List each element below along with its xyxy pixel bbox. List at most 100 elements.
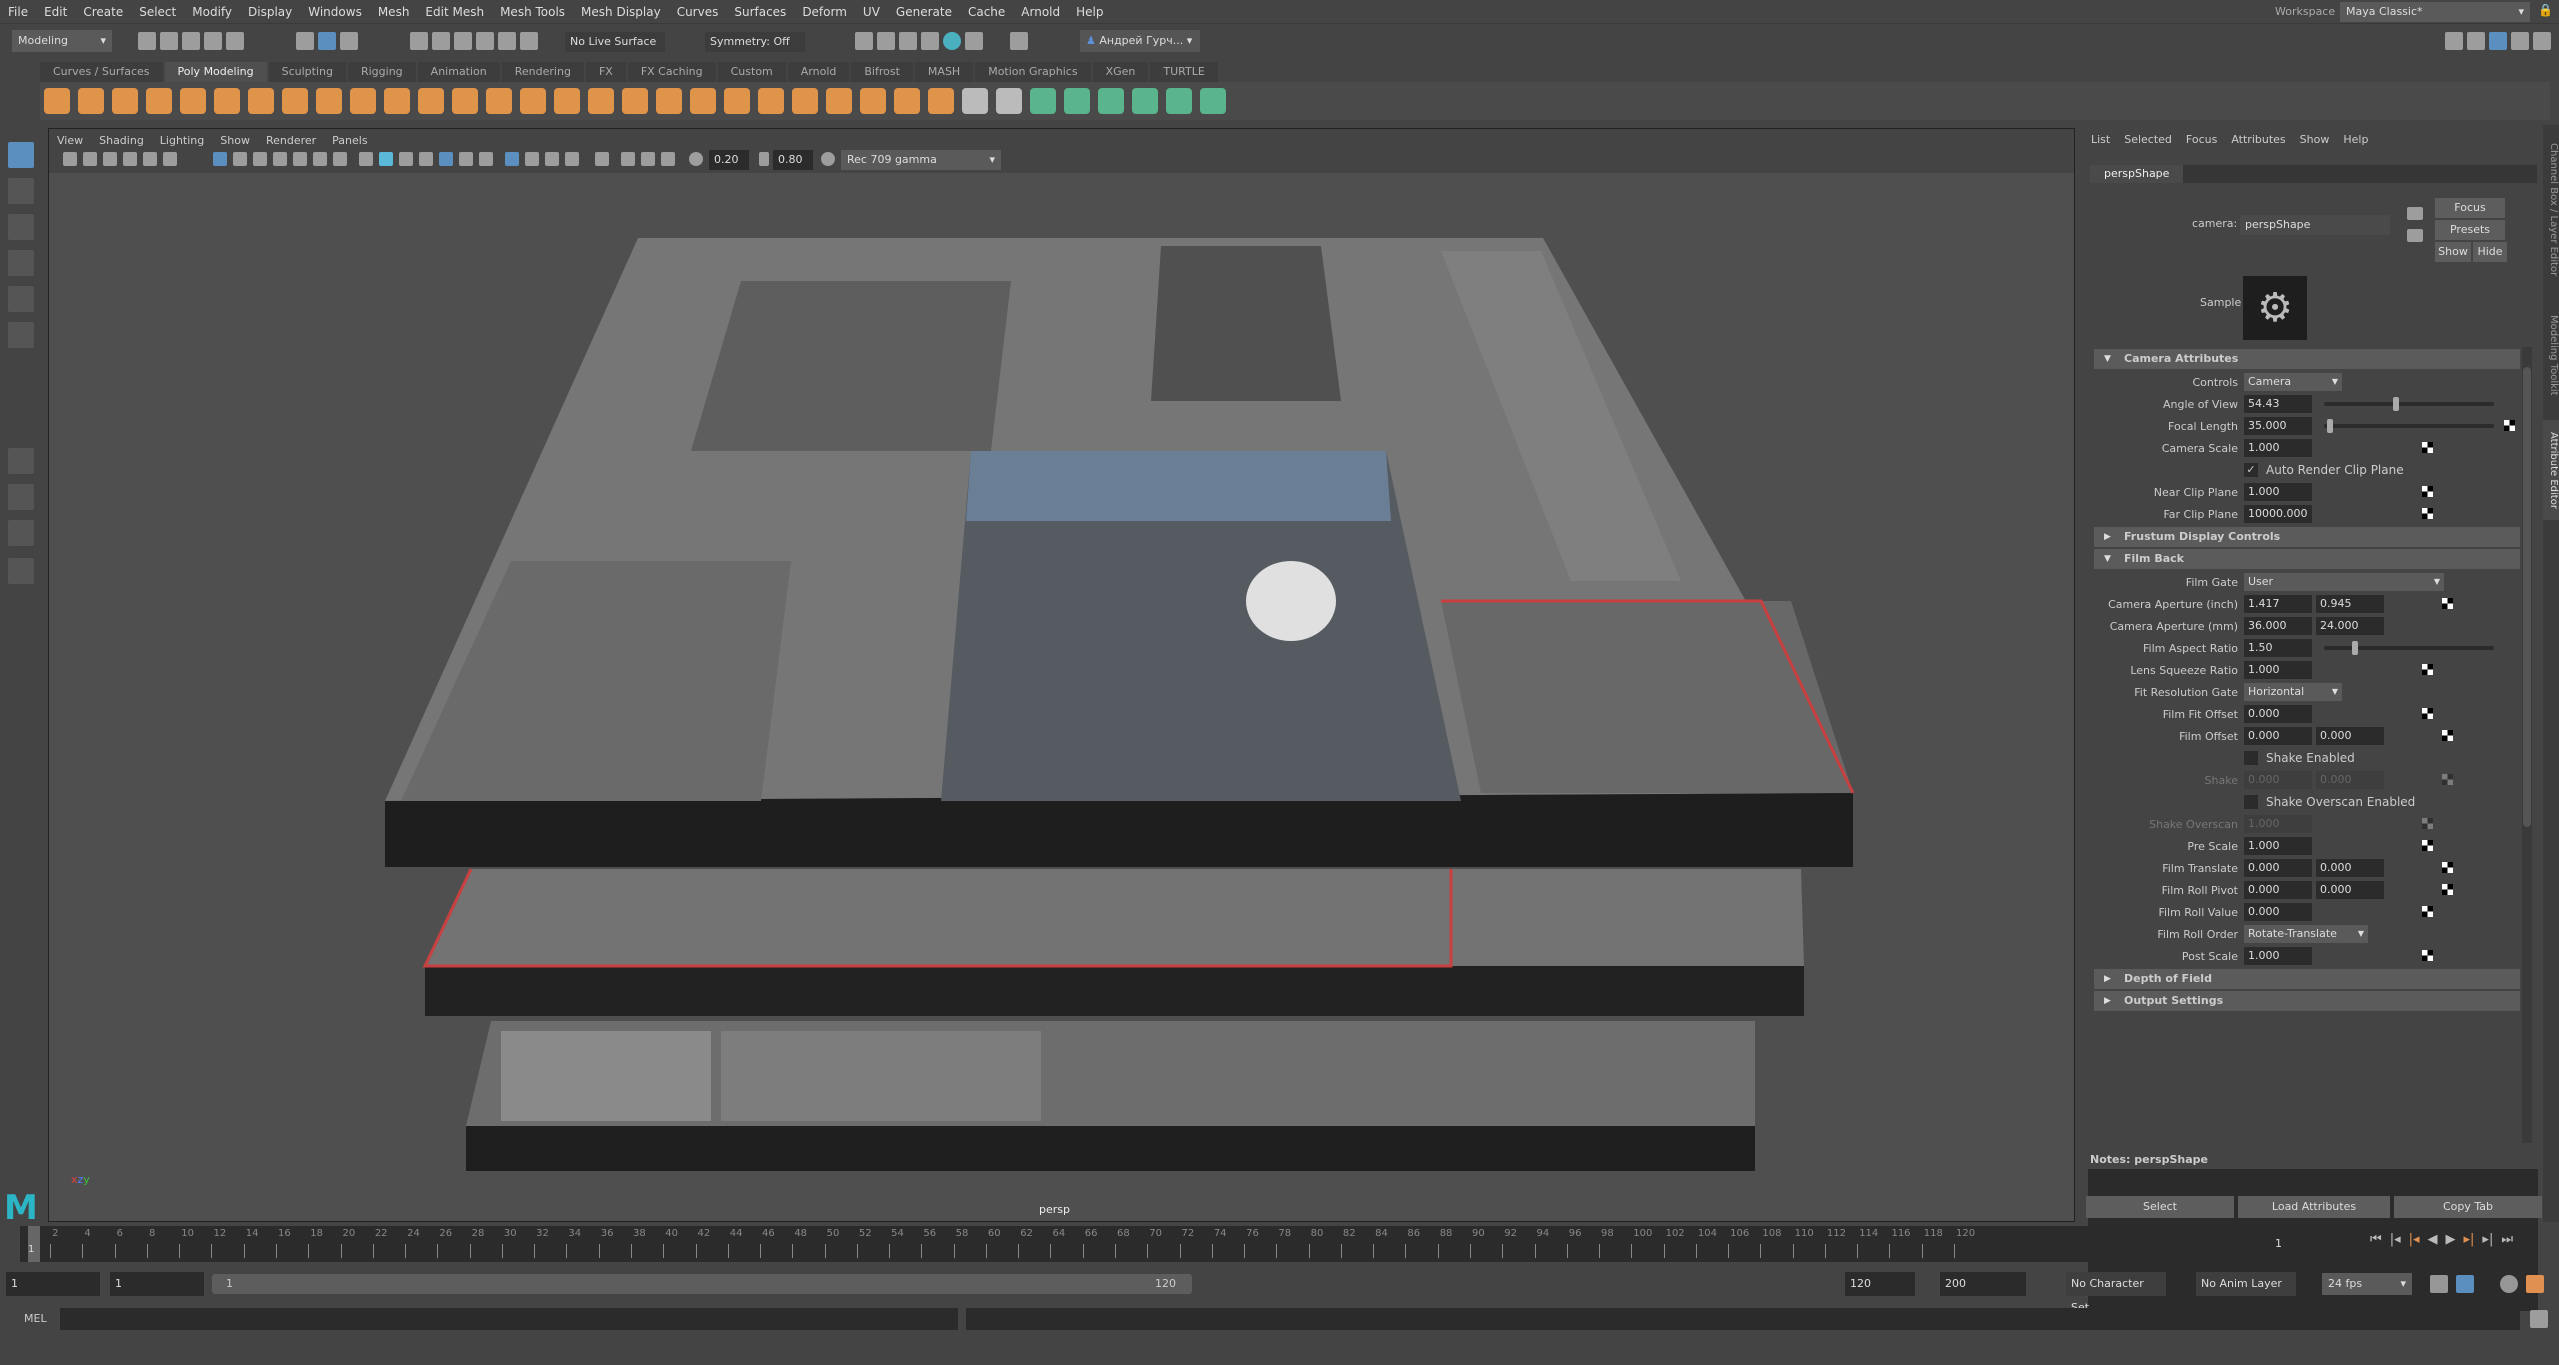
anti-aliasing-icon[interactable] <box>545 152 559 166</box>
slider-handle[interactable] <box>2351 641 2358 655</box>
attribute-field[interactable]: 1.000 <box>2244 439 2312 457</box>
menu-create[interactable]: Create <box>75 0 131 24</box>
focus-output-icon[interactable] <box>2407 229 2423 242</box>
shelf-tab-curves-surfaces[interactable]: Curves / Surfaces <box>40 62 163 82</box>
attribute-field[interactable]: 0.945 <box>2316 595 2384 613</box>
camera-select-icon[interactable] <box>63 152 77 166</box>
select-hierarchy-icon[interactable] <box>296 32 314 50</box>
menu-edit[interactable]: Edit <box>36 0 75 24</box>
playback-end-field[interactable]: 120 <box>1845 1272 1915 1296</box>
xray-joints-icon[interactable] <box>621 152 635 166</box>
human-ik-icon[interactable] <box>2467 32 2485 50</box>
attribute-field[interactable]: 0.000 <box>2244 727 2312 745</box>
separate-icon[interactable] <box>554 88 580 114</box>
ae-menu-show[interactable]: Show <box>2293 133 2337 146</box>
attribute-field[interactable]: 36.000 <box>2244 617 2312 635</box>
quad-draw-icon[interactable] <box>996 88 1022 114</box>
menu-arnold[interactable]: Arnold <box>1013 0 1068 24</box>
current-frame-field[interactable]: 1 <box>2270 1234 2360 1254</box>
lights-icon[interactable] <box>459 152 473 166</box>
image-plane-icon[interactable] <box>123 152 137 166</box>
attribute-dropdown[interactable]: Camera <box>2244 373 2342 391</box>
step-back-key-icon[interactable]: |◂ <box>2390 1232 2401 1247</box>
menu-select[interactable]: Select <box>131 0 184 24</box>
map-texture-icon[interactable] <box>2442 774 2453 785</box>
snap-vertex-icon[interactable] <box>520 32 538 50</box>
viewport-menu-view[interactable]: View <box>49 134 91 147</box>
animation-end-field[interactable]: 200 <box>1940 1272 2026 1296</box>
time-slider[interactable]: 2 4 6 8 10 12 14 16 18 20 22 24 26 28 30 32 34 36 38 40 42 44… <box>20 1226 2260 1262</box>
shelf-tab-motion-graphics[interactable]: Motion Graphics <box>975 62 1091 82</box>
attribute-scrollbar[interactable] <box>2522 347 2532 1143</box>
presets-button[interactable]: Presets <box>2435 220 2505 240</box>
bridge-icon[interactable] <box>690 88 716 114</box>
ae-menu-list[interactable]: List <box>2084 133 2117 146</box>
poly-cone-icon[interactable] <box>146 88 172 114</box>
attribute-field[interactable]: 1.417 <box>2244 595 2312 613</box>
attribute-field[interactable]: 0.000 <box>2244 771 2312 789</box>
menu-edit-mesh[interactable]: Edit Mesh <box>417 0 492 24</box>
pin-uv-icon[interactable] <box>1200 88 1226 114</box>
target-weld-icon[interactable] <box>860 88 886 114</box>
shelf-tab-fx-caching[interactable]: FX Caching <box>627 62 716 82</box>
map-texture-icon[interactable] <box>2504 420 2515 431</box>
snap-curve-icon[interactable] <box>432 32 450 50</box>
fill-hole-icon[interactable] <box>928 88 954 114</box>
lock-icon[interactable]: 🔒 <box>2538 3 2553 17</box>
animation-start-field[interactable]: 1 <box>6 1272 100 1296</box>
reduce-icon[interactable] <box>962 88 988 114</box>
map-texture-icon[interactable] <box>2422 486 2433 497</box>
poly-sphere-icon[interactable] <box>44 88 70 114</box>
move-tool-icon[interactable] <box>8 250 34 276</box>
outliner-layout-icon[interactable] <box>8 558 34 584</box>
play-backward-icon[interactable]: ◀ <box>2428 1232 2438 1247</box>
copy-tab-button[interactable]: Copy Tab <box>2394 1196 2542 1218</box>
section-header[interactable]: Depth of Field <box>2094 969 2520 989</box>
bool-icon[interactable] <box>758 88 784 114</box>
ae-menu-help[interactable]: Help <box>2336 133 2375 146</box>
live-surface-field[interactable]: No Live Surface <box>565 32 665 52</box>
shelf-tab-rendering[interactable]: Rendering <box>501 62 584 82</box>
checkbox[interactable] <box>2244 751 2258 765</box>
shelf-tab-mash[interactable]: MASH <box>914 62 974 82</box>
attribute-field[interactable]: 1.000 <box>2244 483 2312 501</box>
backface-culling-icon[interactable] <box>661 152 675 166</box>
node-tab[interactable]: perspShape <box>2090 165 2184 183</box>
shelf-tab-fx[interactable]: FX <box>585 62 626 82</box>
menu-modify[interactable]: Modify <box>184 0 240 24</box>
menu-uv[interactable]: UV <box>855 0 888 24</box>
modeling-toolkit-tab[interactable]: Modeling Toolkit <box>2543 305 2559 405</box>
open-scene-icon[interactable] <box>160 32 178 50</box>
attribute-editor-tab[interactable]: Attribute Editor <box>2543 420 2559 520</box>
bevel-icon[interactable] <box>724 88 750 114</box>
node-name-field[interactable]: perspShape <box>2240 215 2390 235</box>
insert-loop-icon[interactable] <box>792 88 818 114</box>
svg-tool-icon[interactable] <box>384 88 410 114</box>
exposure-field[interactable]: 0.20 <box>709 150 749 170</box>
menu-help[interactable]: Help <box>1068 0 1111 24</box>
playback-start-field[interactable]: 1 <box>110 1272 204 1296</box>
shelf-tab-rigging[interactable]: Rigging <box>347 62 416 82</box>
attribute-field[interactable]: 10000.000 <box>2244 505 2312 523</box>
select-component-icon[interactable] <box>340 32 358 50</box>
lasso-tool-icon[interactable] <box>8 178 34 204</box>
focus-button[interactable]: Focus <box>2435 198 2505 218</box>
viewport-menu-panels[interactable]: Panels <box>324 134 375 147</box>
snap-view-icon[interactable] <box>476 32 494 50</box>
attribute-field[interactable]: 0.000 <box>2244 859 2312 877</box>
step-back-frame-icon[interactable]: |◂ <box>2409 1232 2420 1247</box>
map-texture-icon[interactable] <box>2442 730 2453 741</box>
type-tool-icon[interactable] <box>350 88 376 114</box>
shelf-tab-animation[interactable]: Animation <box>417 62 500 82</box>
menu-deform[interactable]: Deform <box>794 0 855 24</box>
section-header[interactable]: Film Back <box>2094 549 2520 569</box>
safe-action-icon[interactable] <box>313 152 327 166</box>
attribute-field[interactable]: 1.50 <box>2244 639 2312 657</box>
shelf-tab-turtle[interactable]: TURTLE <box>1150 62 1218 82</box>
menu-mesh-display[interactable]: Mesh Display <box>573 0 669 24</box>
sew-uv-icon[interactable] <box>1166 88 1192 114</box>
loop-icon[interactable] <box>2430 1275 2448 1293</box>
snap-surface-icon[interactable] <box>498 32 516 50</box>
select-button[interactable]: Select <box>2086 1196 2234 1218</box>
map-texture-icon[interactable] <box>2442 884 2453 895</box>
